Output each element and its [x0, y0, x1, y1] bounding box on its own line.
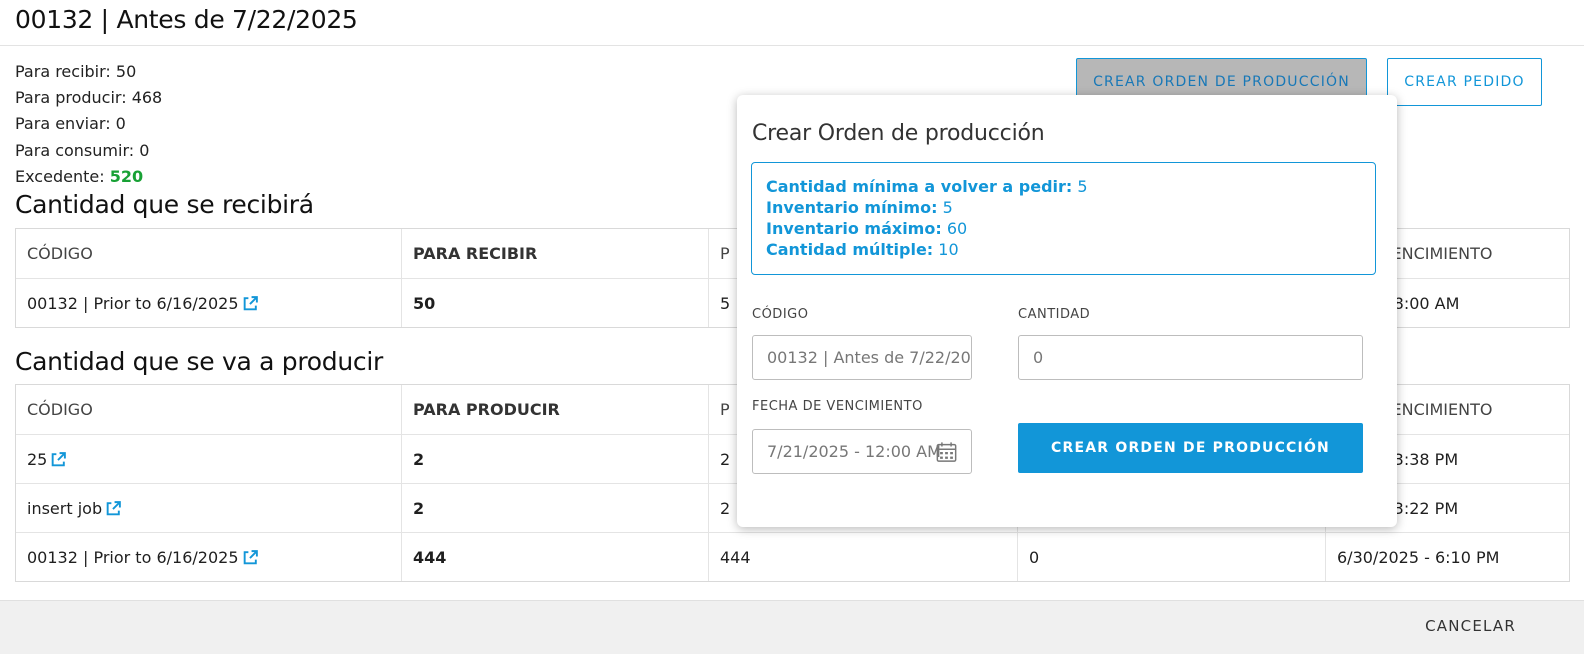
info-max-inventory: Inventario máximo: 60: [766, 218, 1361, 239]
qty-cell: 2: [401, 484, 708, 532]
due-date-field[interactable]: 7/21/2025 - 12:00 AM: [752, 429, 972, 474]
info-min-reorder: Cantidad mínima a volver a pedir: 5: [766, 176, 1361, 197]
summary-to-send: Para enviar: 0: [15, 114, 126, 134]
due-date-cell: 6/30/2025 - 6:10 PM: [1325, 533, 1569, 581]
title-bar: 00132 | Antes de 7/22/2025: [0, 0, 1584, 46]
code-text: 00132 | Prior to 6/16/2025: [27, 293, 239, 313]
column-header-to-receive: PARA RECIBIR: [401, 229, 708, 278]
receive-section-title: Cantidad que se recibirá: [15, 190, 314, 219]
quantity-field-label: CANTIDAD: [1018, 307, 1091, 322]
qty-cell: 2: [401, 435, 708, 483]
produce-section-title: Cantidad que se va a producir: [15, 347, 383, 376]
summary-to-produce: Para producir: 468: [15, 88, 163, 108]
summary-surplus: Excedente: 520: [15, 164, 162, 190]
code-cell: 00132 | Prior to 6/16/2025: [16, 279, 401, 327]
column-header-code: CÓDIGO: [27, 400, 93, 419]
info-label: Inventario máximo:: [766, 219, 942, 238]
dialog-footer: CANCELAR: [0, 600, 1584, 654]
qty-cell: 444: [401, 533, 708, 581]
info-box: Cantidad mínima a volver a pedir: 5 Inve…: [751, 162, 1376, 275]
external-link-icon[interactable]: [105, 500, 122, 517]
info-value: 10: [938, 240, 959, 259]
summary-block: Para recibir: 50 Para producir: 468 Para…: [15, 59, 162, 190]
info-value: 5: [942, 198, 953, 217]
code-text: insert job: [27, 498, 103, 518]
column-header-code: CÓDIGO: [27, 244, 93, 263]
due-date-value: 7/21/2025 - 12:00 AM: [767, 442, 941, 461]
code-field[interactable]: 00132 | Antes de 7/22/2025: [752, 335, 972, 380]
external-link-icon[interactable]: [50, 451, 67, 468]
info-label: Inventario mínimo:: [766, 198, 938, 217]
create-order-button[interactable]: CREAR PEDIDO: [1387, 58, 1542, 106]
column-header-to-produce: PARA PRODUCIR: [401, 385, 708, 434]
cell-4: 0: [1017, 533, 1325, 581]
info-multiple: Cantidad múltiple: 10: [766, 239, 1361, 260]
code-cell: insert job: [16, 484, 401, 532]
code-cell: 25: [16, 435, 401, 483]
info-label: Cantidad múltiple:: [766, 240, 934, 259]
summary-to-receive: Para recibir: 50: [15, 62, 137, 81]
external-link-icon[interactable]: [242, 549, 259, 566]
qty-cell: 50: [401, 279, 708, 327]
code-cell: 00132 | Prior to 6/16/2025: [16, 533, 401, 581]
popover-title: Crear Orden de producción: [752, 121, 1045, 146]
table-row: 00132 | Prior to 6/16/2025 444 444 0 6/3…: [16, 532, 1569, 581]
cancel-button[interactable]: CANCELAR: [1425, 617, 1516, 635]
due-date-field-label: FECHA DE VENCIMIENTO: [752, 399, 923, 414]
summary-to-consume: Para consumir: 0: [15, 140, 150, 160]
external-link-icon[interactable]: [242, 295, 259, 312]
surplus-label: Excedente:: [15, 166, 105, 186]
submit-production-order-button[interactable]: CREAR ORDEN DE PRODUCCIÓN: [1018, 423, 1363, 473]
info-label: Cantidad mínima a volver a pedir:: [766, 177, 1073, 196]
create-production-order-popover: Crear Orden de producción Cantidad mínim…: [737, 95, 1397, 527]
quantity-field[interactable]: 0: [1018, 335, 1363, 380]
calendar-icon[interactable]: [935, 441, 958, 463]
info-min-inventory: Inventario mínimo: 5: [766, 197, 1361, 218]
code-text: 25: [27, 449, 48, 469]
info-value: 5: [1077, 177, 1088, 196]
surplus-value: 520: [109, 166, 144, 186]
cell-3: 444: [708, 533, 1017, 581]
info-value: 60: [946, 219, 968, 238]
page-title: 00132 | Antes de 7/22/2025: [15, 5, 358, 34]
code-text: 00132 | Prior to 6/16/2025: [27, 547, 239, 567]
code-field-label: CÓDIGO: [752, 307, 809, 322]
